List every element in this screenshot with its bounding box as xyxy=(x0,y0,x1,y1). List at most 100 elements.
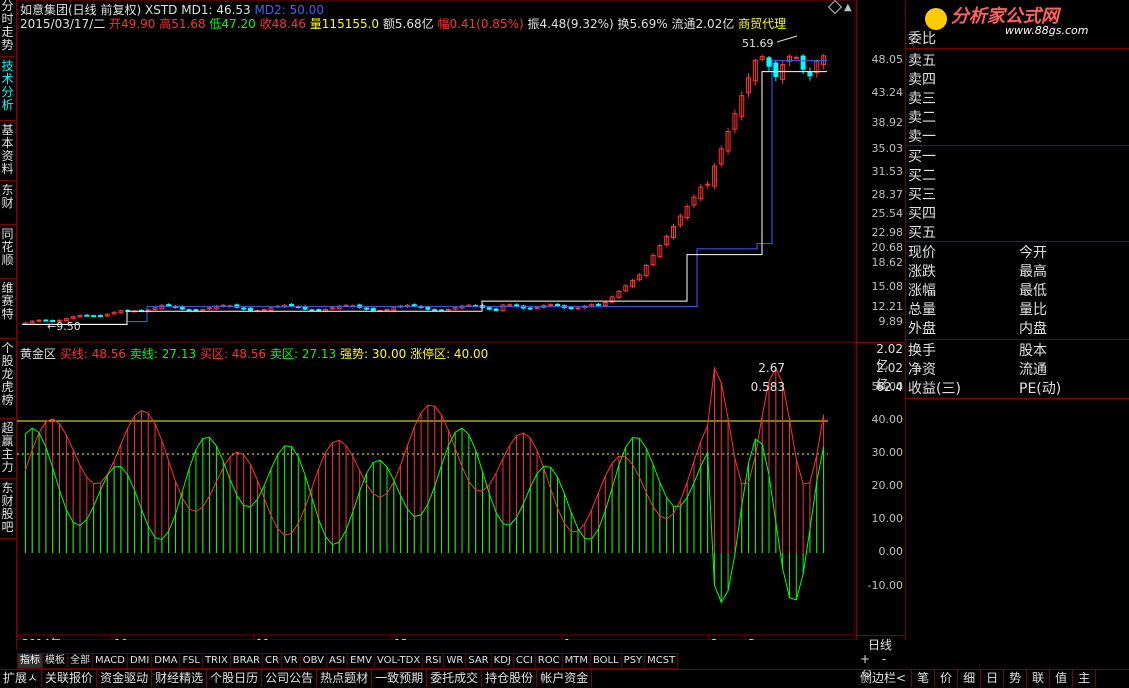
right-bottom-tab[interactable]: 笔 xyxy=(912,670,936,687)
indicator-tab[interactable]: ROC xyxy=(534,653,563,669)
right-bottom-tab[interactable]: 日 xyxy=(981,670,1005,687)
indicator-tab[interactable]: ASI xyxy=(326,653,349,669)
left-tab-0[interactable]: 分时走势 xyxy=(0,0,15,57)
right-bottom-tab[interactable]: 势 xyxy=(1004,670,1028,687)
md1-line xyxy=(22,71,827,326)
logo-url: www.88gs.com xyxy=(1005,24,1089,37)
candle-body xyxy=(411,304,417,307)
left-tab-6[interactable]: 个股龙虎榜 xyxy=(0,342,15,419)
left-tab-8[interactable]: 东财股吧 xyxy=(0,482,15,539)
indicator-tab[interactable]: MACD xyxy=(92,653,128,669)
right-bottom-tab[interactable]: 细 xyxy=(958,670,982,687)
bid-row: 买三 xyxy=(908,187,936,203)
indicator-tab[interactable]: VOL-TDX xyxy=(373,653,424,669)
indicator-tick-label: 10.00 xyxy=(871,512,904,525)
candle-body xyxy=(514,304,520,307)
indicator-tab[interactable]: BOLL xyxy=(589,653,622,669)
indicator-tab[interactable]: WR xyxy=(443,653,467,669)
close-label: 收48.46 xyxy=(259,17,306,31)
indicator-tab[interactable]: MTM xyxy=(561,653,591,669)
left-tab-4[interactable]: 同花顺 xyxy=(0,228,15,279)
divider xyxy=(905,241,1129,242)
indicator-tab[interactable]: RSI xyxy=(422,653,445,669)
indicator-tab[interactable]: SAR xyxy=(465,653,492,669)
indicator-tab[interactable]: MCST xyxy=(644,653,679,669)
left-tab-7[interactable]: 超赢主力 xyxy=(0,422,15,479)
bottom-tab[interactable]: 个股日历 xyxy=(207,670,263,687)
left-tab-3[interactable]: 东财 xyxy=(0,184,15,225)
main-chart-area[interactable]: 2014年10111212351.69←9.50 xyxy=(17,0,855,640)
fund-label: 流通 xyxy=(1019,362,1047,378)
price-tick-label: 18.62 xyxy=(871,256,904,269)
quote-right-label: 量比 xyxy=(1019,302,1047,318)
indicator-tab[interactable]: TRIX xyxy=(201,653,231,669)
left-tab-2[interactable]: 基本资料 xyxy=(0,124,15,181)
indicator-tab[interactable]: EMV xyxy=(347,653,375,669)
right-bottom-tab[interactable]: 主 xyxy=(1073,670,1097,687)
right-bottom-tab[interactable]: 联 xyxy=(1027,670,1051,687)
indicator-tab[interactable]: DMA xyxy=(151,653,181,669)
indicator-tab[interactable]: KDJ xyxy=(490,653,514,669)
zoom-out-button[interactable]: - xyxy=(882,652,886,666)
order-ratio-label: 委比 xyxy=(908,31,936,47)
turnover-label: 换5.69% xyxy=(617,17,668,31)
price-tick-label: 25.54 xyxy=(871,207,904,220)
candle-body xyxy=(220,304,226,307)
high-label: 高51.68 xyxy=(159,17,206,31)
expand-icon[interactable]: ▲ xyxy=(844,2,852,13)
time-tick-label: 11 xyxy=(256,637,270,640)
indicator-tab[interactable]: BRAR xyxy=(229,653,263,669)
candle-body xyxy=(91,315,97,318)
indicator-tab[interactable]: 模板 xyxy=(42,653,68,669)
left-tab-char: 顺 xyxy=(1,253,14,267)
left-tab-char: 力 xyxy=(1,460,14,474)
indicator-tick-label: -10.00 xyxy=(867,579,903,592)
left-tab-1[interactable]: 技术分析 xyxy=(0,60,15,121)
bottom-tab[interactable]: 公司公告 xyxy=(262,670,318,687)
md2-line xyxy=(22,60,827,325)
indicator-tab[interactable]: VR xyxy=(280,653,301,669)
bottom-tab[interactable]: 关联报价 xyxy=(42,670,98,687)
time-tick-label: 3 xyxy=(748,637,755,640)
bottom-tab[interactable]: 热点题材 xyxy=(317,670,373,687)
price-tick-label: 9.89 xyxy=(878,315,904,328)
left-tab-char: 料 xyxy=(1,162,14,176)
indicator-tab[interactable]: CCI xyxy=(512,653,536,669)
industry-label: 商贸代理 xyxy=(738,17,787,31)
indicator-tab[interactable]: 全部 xyxy=(67,653,93,669)
candle-body xyxy=(36,319,42,322)
right-bottom-tab[interactable]: 侧边栏< xyxy=(855,670,913,687)
left-tab-5[interactable]: 维赛特 xyxy=(0,282,15,339)
quote-right-label: 今开 xyxy=(1019,245,1047,261)
fund-label: 换手 xyxy=(908,343,936,359)
bottom-tab[interactable]: 持仓股份 xyxy=(482,670,538,687)
right-bottom-tab[interactable]: 值 xyxy=(1050,670,1074,687)
indicator-tab[interactable]: PSY xyxy=(620,653,646,669)
volume-label: 量115155.0 xyxy=(309,17,380,31)
float-label: 流通2.02亿 xyxy=(671,17,735,31)
buy-zone-value: 买区: 48.56 xyxy=(199,347,267,361)
indicator-tab[interactable]: 指标 xyxy=(17,653,43,669)
fund-label: PE(动) xyxy=(1019,381,1062,397)
bottom-tab[interactable]: 扩展ㅅ xyxy=(0,670,43,687)
candle-body xyxy=(84,314,90,317)
date-label: 2015/03/17/二 xyxy=(20,17,106,31)
bottom-tab[interactable]: 资金驱动 xyxy=(97,670,153,687)
bottom-tab[interactable]: 一致预期 xyxy=(372,670,428,687)
indicator-tick-label: 40.00 xyxy=(871,413,904,426)
quote-left-label: 涨幅 xyxy=(908,283,936,299)
period-label[interactable]: 日线 xyxy=(856,635,904,652)
zoom-in-button[interactable]: + xyxy=(860,652,870,666)
indicator-tab[interactable]: FSL xyxy=(179,653,203,669)
indicator-tab[interactable]: OBV xyxy=(299,653,327,669)
right-bottom-tab[interactable]: 价 xyxy=(935,670,959,687)
indicator-header: 黄金区 买线: 48.56 卖线: 27.13 买区: 48.56 卖区: 27… xyxy=(20,345,488,362)
bottom-tab[interactable]: 委托成交 xyxy=(427,670,483,687)
quote-left-label: 总量 xyxy=(908,302,936,318)
amplitude-label: 振4.48(9.32%) xyxy=(527,17,614,31)
indicator-tab[interactable]: DMI xyxy=(126,653,153,669)
bottom-tab[interactable]: 财经精选 xyxy=(152,670,208,687)
bottom-tab[interactable]: 帐户资金 xyxy=(537,670,593,687)
indicator-tab[interactable]: CR xyxy=(262,653,282,669)
open-label: 开49.90 xyxy=(109,17,156,31)
